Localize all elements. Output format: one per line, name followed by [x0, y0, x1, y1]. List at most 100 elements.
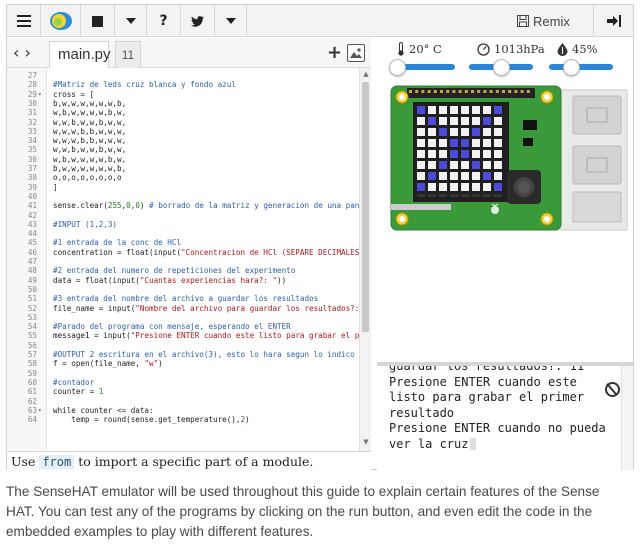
temperature-slider-handle[interactable] — [389, 59, 407, 76]
humidity-drop-icon — [557, 42, 568, 56]
code-line: 45 #1 entrada de la conc de HCl — [7, 238, 359, 247]
line-number: 52 — [27, 303, 37, 313]
stop-button[interactable] — [81, 5, 115, 37]
collapse-arrows-icon[interactable]: ‹ › — [13, 43, 31, 62]
gpio-pin — [409, 90, 412, 93]
stop-circle-icon[interactable] — [605, 382, 620, 397]
console-line: Presione ENTER cuando este — [389, 375, 577, 390]
run-options-dropdown[interactable] — [115, 5, 147, 37]
share-twitter-button[interactable] — [181, 5, 215, 37]
help-button[interactable]: ? — [147, 5, 181, 37]
led-pixel — [450, 139, 458, 147]
code-line: 54 #Parado del programa con mensaje, espe… — [7, 322, 359, 331]
led-pixel — [494, 172, 502, 180]
console-text: resultado — [389, 405, 455, 420]
console-line: ver la cruz — [389, 437, 477, 452]
stop-square-icon — [92, 15, 103, 27]
scrollbar-thumb[interactable] — [362, 82, 369, 332]
humidity-slider[interactable] — [549, 64, 613, 70]
console-line: listo para grabar el primer — [389, 390, 584, 405]
menu-button[interactable] — [7, 5, 41, 37]
editor-scrollbar[interactable]: ▲ ▼ — [359, 68, 371, 451]
code-line: 33 w,w,w,b,b,w,w,w, — [7, 127, 359, 136]
console-text: listo para grabar el primer — [389, 390, 585, 404]
led-pixel-edge — [461, 194, 469, 197]
code-line: 38 o,o,o,o,o,o,o,o — [7, 173, 359, 182]
hint-before: Use — [11, 454, 40, 469]
save-icon — [517, 15, 529, 27]
led-pixel — [439, 139, 447, 147]
code-line: 40 — [7, 192, 359, 201]
line-number: 61 — [27, 387, 37, 397]
fullscreen-button[interactable] — [593, 5, 633, 37]
led-pixel — [483, 106, 491, 114]
line-number: 38 — [27, 173, 37, 183]
scroll-up-icon[interactable]: ▲ — [361, 70, 371, 80]
led-pixel-edge — [472, 194, 480, 197]
console-line: Presione ENTER cuando no pueda — [389, 421, 606, 436]
gpio-pin — [483, 90, 487, 93]
code-text: #Matriz de leds cruz blanca y fondo azul — [53, 80, 236, 90]
text-cursor — [470, 437, 477, 450]
led-pixel — [472, 117, 480, 125]
share-options-dropdown[interactable] — [215, 5, 247, 37]
line-number: 40 — [27, 191, 37, 201]
console-text: Presione ENTER cuando no pueda — [389, 421, 606, 435]
code-line: 43 #INPUT (1,2,3) — [7, 220, 359, 229]
line-number: 60 — [27, 377, 37, 387]
led-pixel — [461, 106, 469, 114]
line-number: 46 — [27, 247, 37, 257]
gpio-pin — [415, 90, 419, 93]
line-number: 42 — [27, 210, 37, 220]
led-pixel — [461, 183, 469, 191]
led-pixel — [417, 161, 425, 169]
led-pixel — [417, 106, 425, 114]
remix-button[interactable]: Remix — [517, 5, 570, 37]
code-line: 56 — [7, 341, 359, 350]
led-pixel — [494, 106, 502, 114]
add-file-icon[interactable]: + — [327, 42, 342, 63]
console-text: Presione ENTER cuando este — [389, 374, 577, 389]
code-line: 30 b,w,w,w,w,w,w,b, — [7, 99, 359, 108]
gpio-pin — [520, 90, 524, 93]
trinket-frame: ? Remix ‹ › main.py 11 + 27 28 #Matriz d… — [6, 4, 634, 471]
usb-port — [572, 95, 622, 135]
console-scrollbar[interactable] — [621, 366, 633, 470]
led-pixel — [483, 172, 491, 180]
gpio-pin — [440, 90, 443, 93]
code-area[interactable]: 27 28 #Matriz de leds cruz blanca y fondo … — [7, 68, 359, 450]
led-pixel — [461, 161, 469, 169]
gpio-pin — [514, 90, 518, 93]
code-line: 36 w,b,w,w,w,w,b,w, — [7, 155, 359, 164]
code-text: w,b,w,w,w,w,b,w, — [53, 154, 127, 164]
led-pixel — [472, 161, 480, 169]
line-number: 55 — [27, 331, 37, 341]
fold-arrow-icon[interactable]: ▾ — [38, 406, 42, 415]
scroll-down-icon[interactable]: ▼ — [361, 438, 371, 448]
logo-button[interactable] — [41, 5, 81, 37]
code-text: w,w,w,b,b,w,w,w, — [53, 126, 127, 136]
tab-main-py[interactable]: main.py — [49, 41, 111, 68]
fold-arrow-icon[interactable]: ▾ — [38, 90, 42, 99]
sense-hat-emulator: 20° C 1013hPa 45% guardar los resultados… — [377, 38, 633, 470]
code-line: 37 b,w,w,w,w,w,w,b, — [7, 164, 359, 173]
menu-icon — [16, 15, 31, 27]
led-pixel — [439, 128, 447, 136]
code-text: #INPUT (1,2,3) — [53, 219, 118, 229]
led-pixel — [483, 128, 491, 136]
line-number: 47 — [27, 257, 37, 266]
code-line: 49 data = float(input("Cuantas experienci… — [7, 276, 359, 285]
code-text: sense.clear(255,0,0) # borrado de la mat… — [53, 201, 359, 211]
led-pixel — [483, 183, 491, 191]
humidity-slider-handle[interactable] — [563, 59, 581, 76]
led-pixel-edge — [450, 194, 458, 197]
gpio-pin — [477, 90, 481, 93]
file-count-tab[interactable]: 11 — [115, 41, 141, 68]
led-pixel-edge — [439, 194, 447, 197]
line-number: 63 — [27, 405, 37, 415]
led-pixel — [439, 106, 447, 114]
image-upload-icon[interactable] — [347, 44, 365, 62]
pressure-slider-handle[interactable] — [493, 59, 510, 76]
code-text: while counter <= data: — [53, 405, 154, 415]
output-console[interactable]: guardar los resultados?: 11 Presione ENTE… — [377, 362, 633, 470]
